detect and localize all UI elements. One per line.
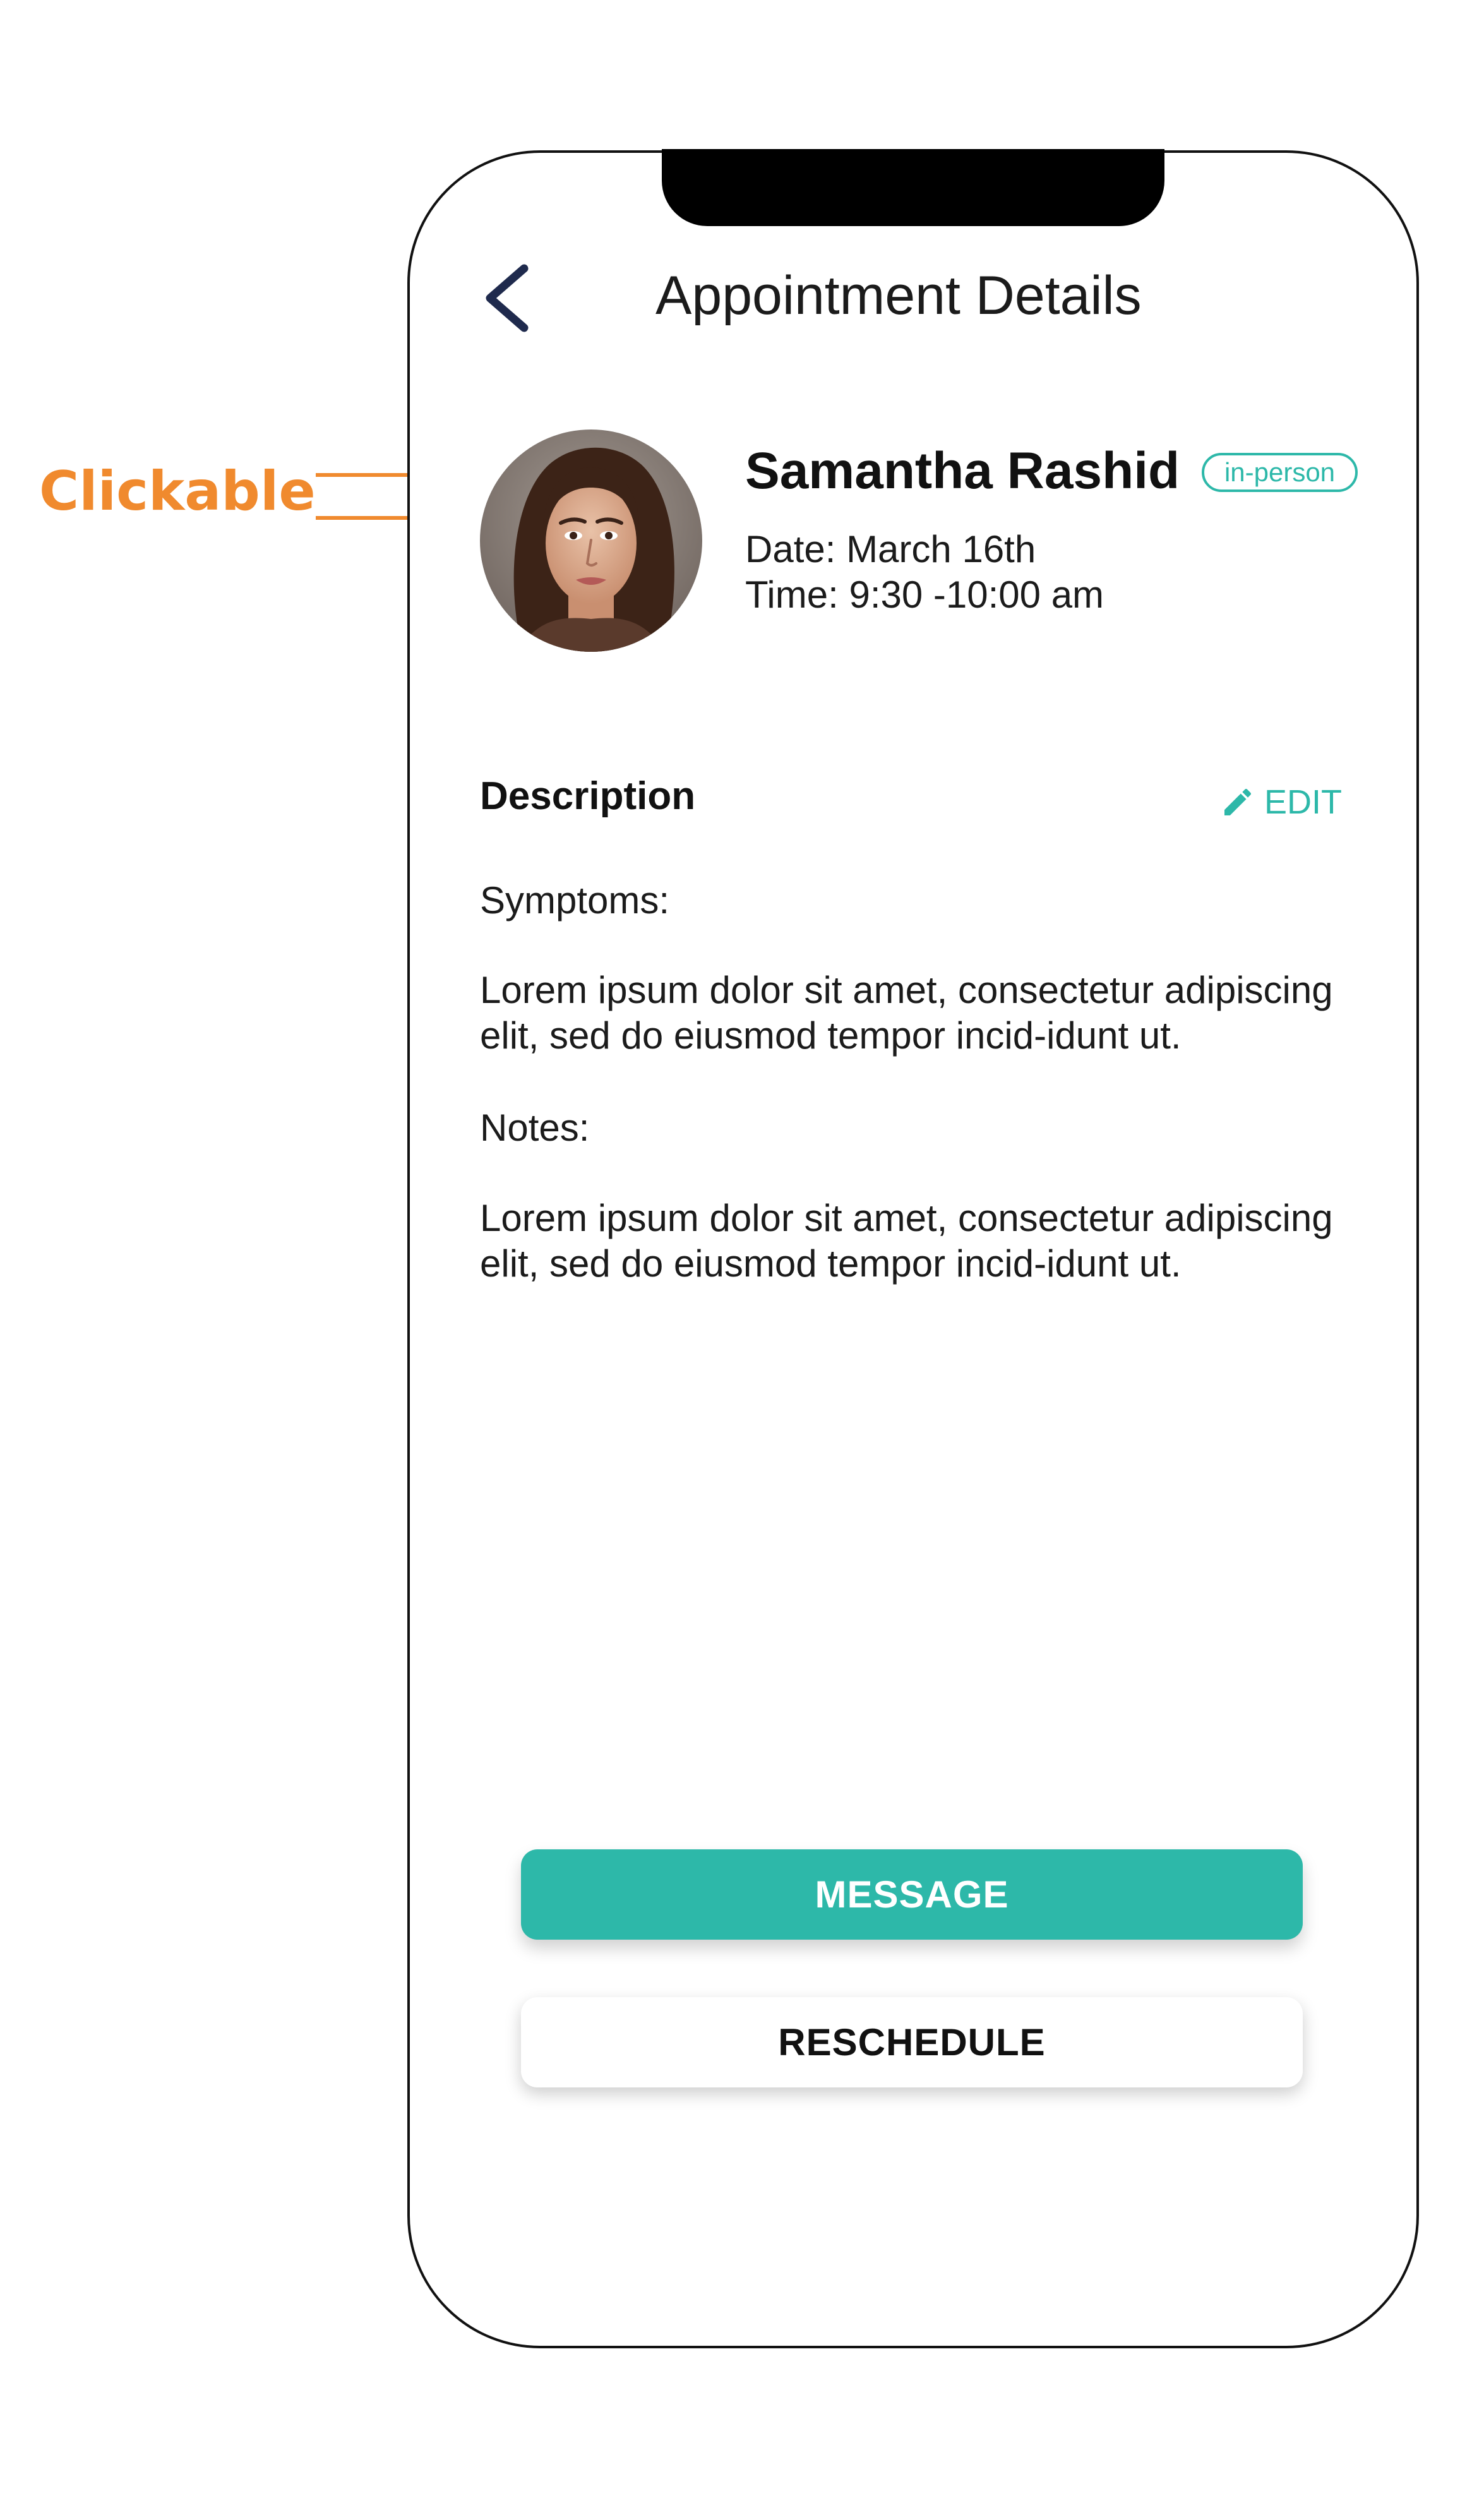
avatar-image [480,429,702,652]
appointment-time: Time: 9:30 -10:00 am [745,573,1104,616]
symptoms-label: Symptoms: [480,879,670,922]
chevron-left-icon [486,264,529,332]
description-heading: Description [480,774,696,818]
notes-label: Notes: [480,1107,590,1149]
appointment-date: Date: March 16th [745,528,1036,570]
phone-notch [662,149,1164,226]
patient-avatar[interactable] [480,429,702,652]
edit-button[interactable]: EDIT [1220,780,1342,824]
back-button[interactable] [481,262,532,335]
notes-text: Lorem ipsum dolor sit amet, consectetur … [480,1197,1333,1285]
page-title: Appointment Details [655,265,1142,326]
patient-name[interactable]: Samantha Rashid [745,445,1180,497]
symptoms-text: Lorem ipsum dolor sit amet, consectetur … [480,969,1333,1057]
pencil-icon [1224,788,1252,815]
message-button[interactable]: MESSAGE [521,1849,1303,1940]
visit-type-badge: in-person [1202,453,1358,492]
edit-label: EDIT [1264,783,1343,821]
reschedule-button[interactable]: RESCHEDULE [521,1997,1303,2087]
